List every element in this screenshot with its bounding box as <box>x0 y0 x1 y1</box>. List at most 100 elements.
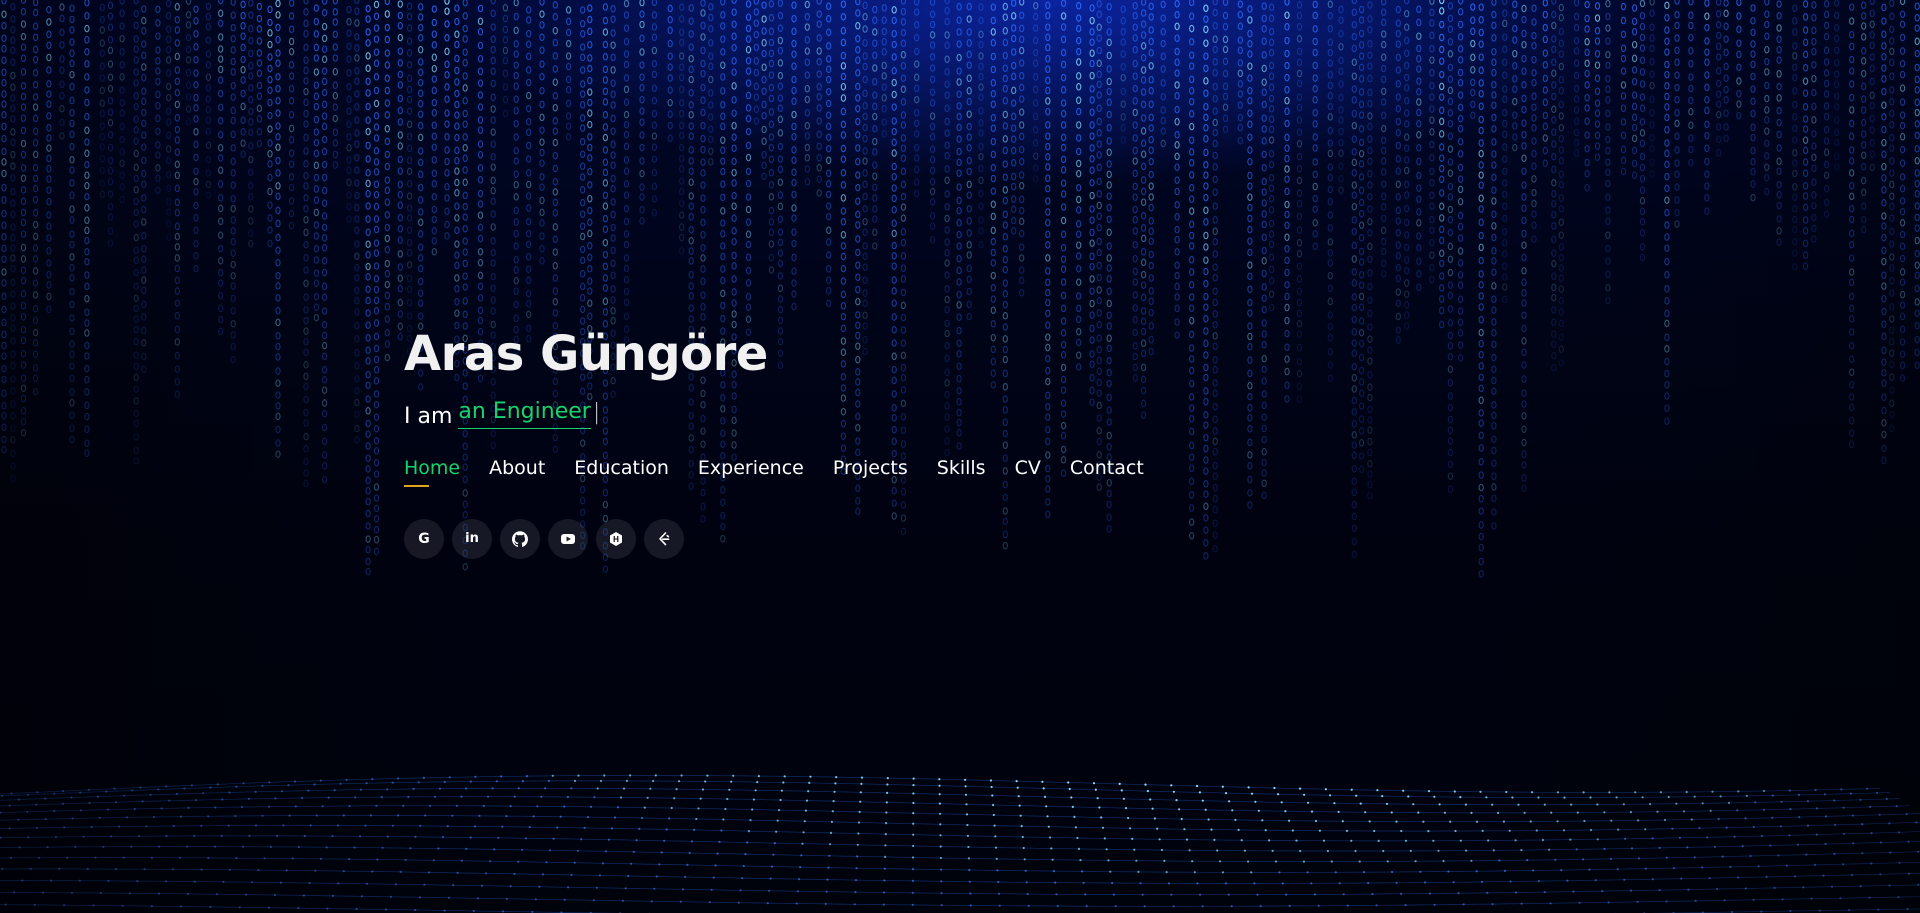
wave-dot <box>1371 893 1374 896</box>
wave-dot <box>1870 862 1873 865</box>
rain-column <box>1631 4 1638 180</box>
wave-line <box>0 825 1920 842</box>
wave-dot <box>424 814 427 817</box>
wave-dot <box>194 799 197 802</box>
nav-link-home[interactable]: Home <box>404 457 460 487</box>
wave-dot <box>1727 801 1731 804</box>
wave-dot <box>280 790 284 793</box>
wave-dot <box>1345 829 1349 832</box>
wave-dot <box>809 775 812 778</box>
wave-dot <box>354 796 357 799</box>
wave-dot <box>1322 839 1325 842</box>
wave-dot <box>712 876 715 879</box>
hackerrank-link-button[interactable] <box>596 518 636 559</box>
wave-dot <box>193 834 196 837</box>
wave-dot <box>359 835 362 838</box>
rain-column <box>1470 3 1476 120</box>
github-link-button[interactable] <box>500 518 540 559</box>
wave-dot <box>1616 868 1619 871</box>
rain-column <box>1716 0 1722 157</box>
nav-link-experience[interactable]: Experience <box>698 457 804 487</box>
wave-dot <box>1498 859 1501 862</box>
wave-dot <box>355 907 358 911</box>
wave-dot <box>938 784 941 787</box>
leetcode-link-button[interactable] <box>644 518 684 559</box>
rain-column <box>1639 0 1646 262</box>
wave-dot <box>665 828 668 831</box>
wave-dot <box>418 896 421 899</box>
rain-column <box>565 6 572 141</box>
rain-column <box>1367 1 1373 500</box>
wave-dot <box>1082 881 1085 884</box>
wave-dot <box>186 845 189 848</box>
wave-dot <box>912 784 915 787</box>
wave-dot <box>1073 815 1076 818</box>
wave-dot <box>1603 847 1606 850</box>
wave-dot <box>1443 811 1446 814</box>
rain-column <box>1174 0 1180 339</box>
wave-dot <box>884 844 887 847</box>
wave-dot <box>291 857 294 860</box>
wave-dot <box>751 808 754 811</box>
nav-link-projects[interactable]: Projects <box>833 457 908 487</box>
wave-dot <box>1299 849 1302 853</box>
wave-dot <box>1869 805 1872 808</box>
wave-dot <box>261 784 264 787</box>
wave-dot <box>193 880 196 883</box>
wave-dot <box>732 774 735 777</box>
nav-link-about[interactable]: About <box>489 457 545 487</box>
wave-dot <box>966 834 970 837</box>
nav-link-contact[interactable]: Contact <box>1070 457 1144 487</box>
wave-dot <box>800 854 803 857</box>
wave-dot <box>1193 871 1196 874</box>
wave-dot <box>1842 863 1845 866</box>
wave-dot <box>1659 791 1662 794</box>
wave-dot <box>1701 802 1704 805</box>
wave-dot <box>1056 904 1059 908</box>
nav-link-cv[interactable]: CV <box>1015 457 1041 487</box>
wave-dot <box>1268 839 1271 842</box>
google-link-button[interactable]: G <box>404 518 444 559</box>
wave-dot <box>44 818 47 821</box>
wave-dot <box>1382 849 1385 853</box>
wave-dot <box>1629 811 1632 814</box>
nav-link-education[interactable]: Education <box>574 457 669 487</box>
wave-dot <box>1047 825 1050 828</box>
wave-dot <box>1818 909 1821 912</box>
wave-dot <box>267 906 270 909</box>
rain-column <box>384 0 390 362</box>
wave-dot <box>1789 808 1792 811</box>
wave-dot <box>1514 891 1518 894</box>
wave-dot <box>1199 893 1202 896</box>
wave-dot <box>1802 886 1805 889</box>
wave-dot <box>570 787 573 790</box>
wave-dot <box>1084 893 1087 896</box>
wave-dot <box>783 775 786 778</box>
wave-dot <box>1330 860 1333 863</box>
wave-dot <box>1797 793 1800 796</box>
wave-dot <box>1709 809 1712 812</box>
wave-dot <box>200 824 203 827</box>
wave-dot <box>1045 805 1048 808</box>
wave-dot <box>53 809 56 813</box>
wave-dot <box>756 781 759 784</box>
wave-dot <box>673 797 676 800</box>
wave-dot <box>29 867 32 870</box>
wave-dot <box>1895 805 1898 808</box>
rain-column <box>745 0 752 361</box>
wave-dot <box>371 778 374 781</box>
wave-dot <box>1733 835 1736 838</box>
wave-dot <box>1373 829 1376 833</box>
youtube-link-button[interactable] <box>548 518 588 559</box>
rain-column <box>1776 0 1782 246</box>
wave-dot <box>244 893 247 896</box>
wave-dot <box>207 815 210 818</box>
linkedin-link-button[interactable]: in <box>452 518 492 559</box>
wave-dot <box>441 836 445 839</box>
rain-column <box>99 3 105 199</box>
wave-dot <box>1221 871 1225 874</box>
nav-link-skills[interactable]: Skills <box>937 457 986 487</box>
wave-dot <box>1508 829 1511 832</box>
wave-dot <box>1651 878 1654 881</box>
wave-dot <box>885 801 888 804</box>
